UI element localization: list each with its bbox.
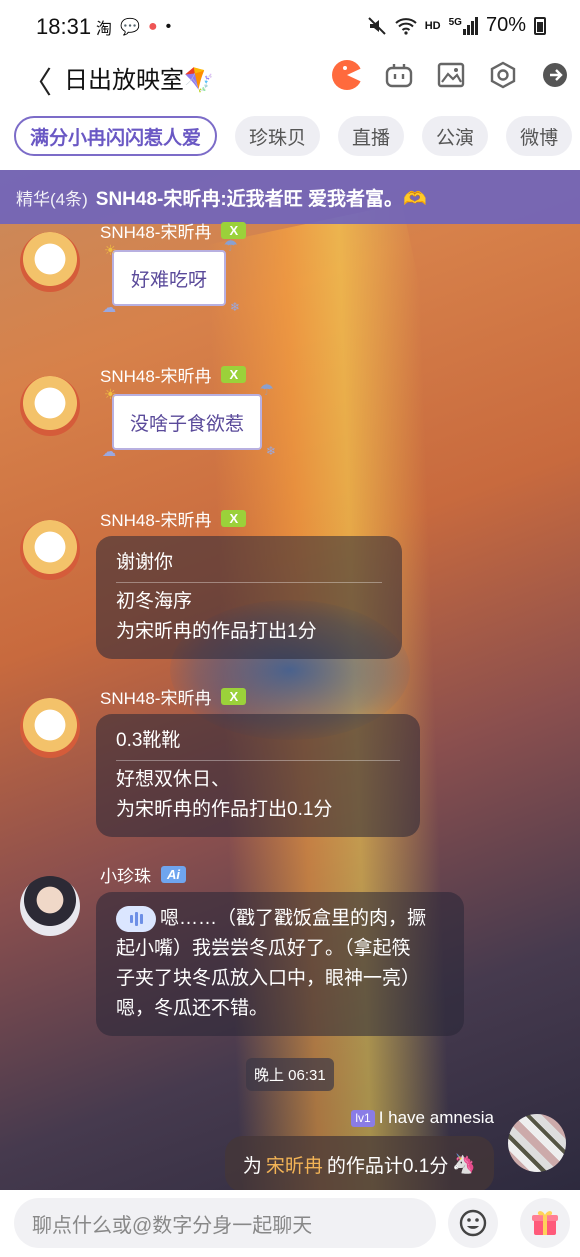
- tab-main[interactable]: 满分小冉闪闪惹人爱: [14, 116, 218, 156]
- tab-show[interactable]: 公演: [422, 116, 489, 156]
- sender-name: SNH48-宋昕冉: [100, 367, 212, 386]
- divider: [116, 582, 382, 583]
- robot-icon[interactable]: [382, 58, 416, 92]
- ai-text-line: 起小嘴）我尝尝冬瓜好了。（拿起筷: [116, 938, 411, 959]
- reply-bubble[interactable]: 谢谢你 初冬海序 为宋昕冉的作品打出1分: [96, 536, 402, 659]
- hd-label: HD: [424, 19, 441, 32]
- timestamp: 晚上 06:31: [246, 1058, 334, 1091]
- sender-row: SNH48-宋昕冉 X: [100, 362, 247, 387]
- sticker-message[interactable]: ☀ ☂ ☁ ❄ 没啥子食欲惹: [102, 382, 276, 459]
- mute-icon: [368, 16, 386, 35]
- quoted-text: 为宋昕冉的作品打出1分: [116, 621, 317, 642]
- sender-row: SNH48-宋昕冉 X: [100, 684, 247, 709]
- chat-header: 〈 日出放映室🪁: [0, 52, 580, 102]
- sender-name: SNH48-宋昕冉: [100, 689, 212, 708]
- status-left-icons: 淘 💬 ● •: [96, 15, 171, 39]
- message-icon: 💬: [120, 19, 140, 36]
- my-text-suffix: 的作品计0.1分: [326, 1155, 449, 1177]
- sender-name: SNH48-宋昕冉: [100, 511, 212, 530]
- status-right-icons: HD 5G 70%: [367, 14, 546, 37]
- pacman-icon[interactable]: [330, 58, 364, 92]
- sender-row: SNH48-宋昕冉 X: [100, 506, 247, 531]
- level-badge: lv1: [351, 1109, 375, 1127]
- taobao-icon: 淘: [96, 21, 113, 38]
- pinned-banner[interactable]: 精华(4条) SNH48-宋昕冉:近我者旺 爱我者富。🫶: [0, 170, 580, 224]
- ai-avatar[interactable]: [20, 876, 80, 936]
- avatar[interactable]: [20, 376, 80, 436]
- app-icon: ●: [147, 18, 158, 35]
- cloud-icon: ☁: [102, 299, 116, 315]
- pinned-text: SNH48-宋昕冉:近我者旺 爱我者富。🫶: [95, 188, 427, 210]
- sender-name: 小珍珠: [100, 867, 151, 886]
- tab-weibo[interactable]: 微博: [506, 116, 573, 156]
- channel-tabs: 满分小冉闪闪惹人爱 珍珠贝 直播 公演 微博: [0, 102, 580, 170]
- umbrella-icon: ☂: [259, 382, 274, 399]
- chat-area[interactable]: 精华(4条) SNH48-宋昕冉:近我者旺 爱我者富。🫶 SNH48-宋昕冉 X…: [0, 170, 580, 1190]
- tab-live[interactable]: 直播: [338, 116, 405, 156]
- quoted-user: 初冬海序: [116, 591, 193, 612]
- sender-row: 小珍珠 Ai: [100, 862, 186, 887]
- gift-icon[interactable]: [520, 1198, 570, 1248]
- snow-icon: ❄: [229, 300, 240, 314]
- back-icon[interactable]: 〈: [22, 58, 52, 102]
- sun-icon: ☀: [104, 386, 117, 402]
- ai-bubble[interactable]: 嗯……（戳了戳饭盒里的肉，撅 起小嘴）我尝尝冬瓜好了。（拿起筷 子夹了块冬瓜放入…: [96, 892, 464, 1036]
- my-text-highlight: 宋昕冉: [265, 1155, 323, 1177]
- input-bar: 聊点什么或@数字分身一起聊天: [0, 1190, 580, 1257]
- sun-icon: ☀: [104, 242, 117, 258]
- page-title: 日出放映室🪁: [64, 67, 214, 94]
- pinned-label: 精华(4条): [16, 189, 88, 209]
- my-sender-row: lv1 I have amnesia: [351, 1108, 494, 1128]
- umbrella-icon: ☂: [223, 238, 238, 255]
- battery-icon: [534, 16, 546, 35]
- chat-message: SNH48-宋昕冉 X ☀ ☂ ☁ ❄ 好难吃呀: [0, 222, 580, 352]
- sender-name: SNH48-宋昕冉: [100, 223, 212, 242]
- snow-icon: ❄: [265, 444, 276, 458]
- ai-text-line: 子夹了块冬瓜放入口中，眼神一亮）: [116, 968, 421, 989]
- voice-play-icon[interactable]: [116, 905, 156, 932]
- cloud-icon: ☁: [102, 443, 116, 459]
- chat-message: SNH48-宋昕冉 X 0.3靴靴 好想双休日、 为宋昕冉的作品打出0.1分: [0, 688, 580, 838]
- avatar[interactable]: [20, 232, 80, 292]
- signal-icon: 5G: [449, 16, 478, 35]
- battery-text: 70%: [485, 14, 526, 36]
- member-badge: X: [221, 510, 247, 527]
- my-bubble[interactable]: 为宋昕冉 的作品计0.1分 🦄: [224, 1136, 494, 1190]
- settings-icon[interactable]: [486, 58, 520, 92]
- message-input[interactable]: 聊点什么或@数字分身一起聊天: [14, 1198, 436, 1248]
- status-bar: 18:31 淘 💬 ● • HD 5G 70%: [0, 0, 580, 52]
- header-actions: [330, 58, 572, 92]
- tab-pearl[interactable]: 珍珠贝: [235, 116, 321, 156]
- chat-message: SNH48-宋昕冉 X 谢谢你 初冬海序 为宋昕冉的作品打出1分: [0, 510, 580, 660]
- unicorn-icon: 🦄: [452, 1154, 476, 1175]
- divider: [116, 760, 400, 761]
- image-icon[interactable]: [434, 58, 468, 92]
- sticker-text: 没啥子食欲惹: [129, 413, 244, 435]
- reply-text: 谢谢你: [116, 552, 174, 573]
- reply-bubble[interactable]: 0.3靴靴 好想双休日、 为宋昕冉的作品打出0.1分: [96, 714, 420, 837]
- my-name: I have amnesia: [378, 1108, 494, 1127]
- chat-message: 小珍珠 Ai 嗯……（戳了戳饭盒里的肉，撅 起小嘴）我尝尝冬瓜好了。（拿起筷 子…: [0, 866, 580, 1046]
- my-text-prefix: 为: [242, 1155, 262, 1177]
- reply-text: 0.3靴靴: [116, 730, 181, 751]
- ai-badge: Ai: [161, 866, 186, 883]
- ai-text-line: 嗯，冬瓜还不错。: [116, 998, 269, 1019]
- exit-icon[interactable]: [538, 58, 572, 92]
- member-badge: X: [221, 366, 247, 383]
- status-time: 18:31: [36, 14, 92, 39]
- sticker-text: 好难吃呀: [130, 269, 207, 291]
- ai-text-line: 嗯……（戳了戳饭盒里的肉，撅: [160, 908, 427, 929]
- quoted-user: 好想双休日、: [116, 769, 231, 790]
- chat-message: SNH48-宋昕冉 X ☀ ☂ ☁ ❄ 没啥子食欲惹: [0, 366, 580, 496]
- my-avatar[interactable]: [508, 1114, 566, 1172]
- quoted-text: 为宋昕冉的作品打出0.1分: [116, 799, 333, 820]
- sticker-message[interactable]: ☀ ☂ ☁ ❄ 好难吃呀: [102, 238, 240, 315]
- avatar[interactable]: [20, 698, 80, 758]
- emoji-icon[interactable]: [448, 1198, 498, 1248]
- wifi-icon: [395, 17, 417, 35]
- dot-icon: •: [165, 18, 172, 35]
- member-badge: X: [221, 688, 247, 705]
- avatar[interactable]: [20, 520, 80, 580]
